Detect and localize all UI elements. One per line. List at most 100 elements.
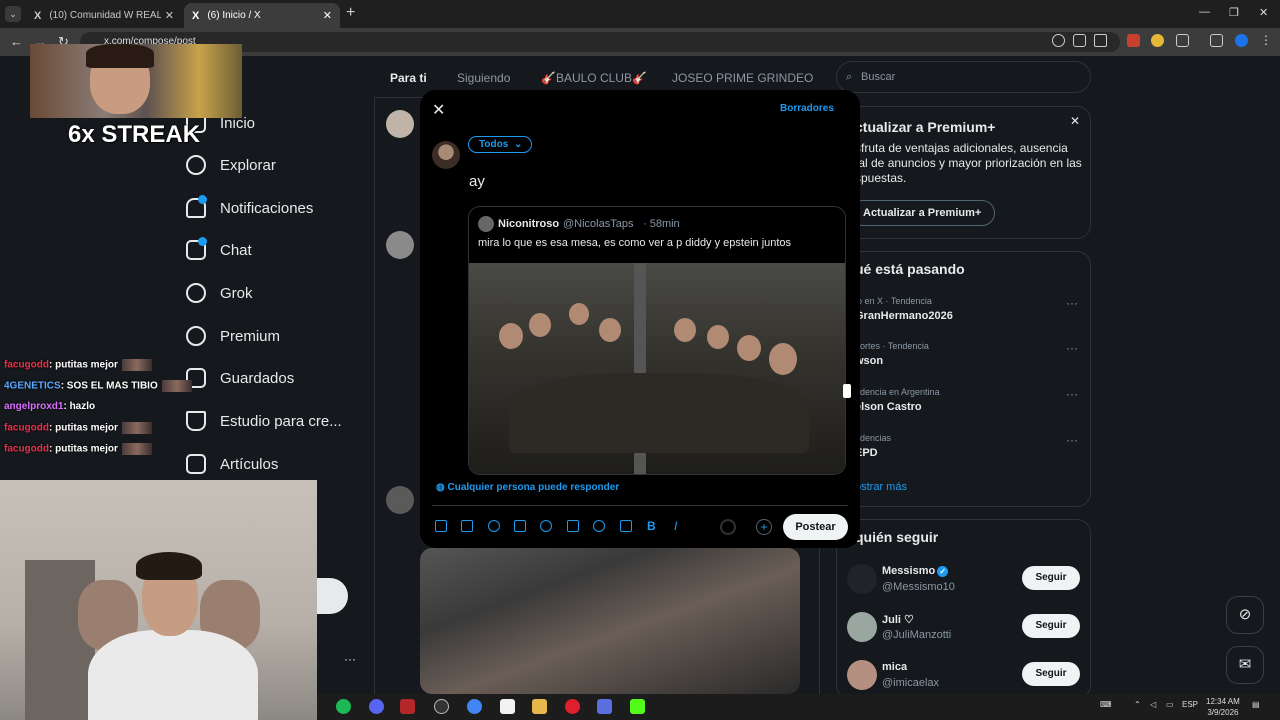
show-more-link[interactable]: ostrar más bbox=[855, 481, 907, 493]
notification-center-icon[interactable]: ▤ bbox=[1252, 700, 1260, 709]
network-icon[interactable]: ▭ bbox=[1166, 700, 1174, 709]
sidebar-item-premium[interactable]: Premium bbox=[186, 326, 280, 346]
avatar[interactable] bbox=[847, 612, 877, 642]
notification-badge bbox=[198, 195, 207, 204]
follow-button[interactable]: Seguir bbox=[1022, 614, 1080, 638]
gif-icon[interactable] bbox=[461, 520, 473, 532]
browser-tab-comunidad[interactable]: X (10) Comunidad W REALS 🔥 / X ✕ bbox=[26, 3, 182, 28]
back-icon[interactable]: ← bbox=[10, 34, 23, 49]
close-window-button[interactable]: ✕ bbox=[1259, 6, 1268, 19]
chat-text: : putitas mejor bbox=[49, 422, 118, 434]
tab-baulo-club[interactable]: 🎸BAULO CLUB🎸 bbox=[541, 71, 647, 85]
avatar[interactable] bbox=[386, 231, 414, 259]
tab-joseo-prime[interactable]: JOSEO PRIME GRINDEO bbox=[672, 71, 813, 85]
compose-textarea[interactable]: ay bbox=[469, 173, 485, 190]
cast-icon[interactable] bbox=[1073, 34, 1086, 47]
drafts-button[interactable]: Borradores bbox=[780, 103, 834, 114]
bold-icon[interactable]: B bbox=[647, 520, 659, 532]
reading-list-icon[interactable] bbox=[1210, 34, 1223, 47]
trend-name[interactable]: GranHermano2026 bbox=[855, 310, 953, 322]
avatar[interactable] bbox=[847, 660, 877, 690]
grok-icon[interactable] bbox=[488, 520, 500, 532]
sidebar-item-guardados[interactable]: Guardados bbox=[186, 368, 294, 388]
sidebar-item-articulos[interactable]: Artículos bbox=[186, 454, 278, 474]
close-tab-icon[interactable]: ✕ bbox=[323, 9, 332, 22]
upgrade-premium-button[interactable]: Actualizar a Premium+ bbox=[850, 200, 995, 226]
search-input[interactable]: ⌕ Buscar bbox=[836, 61, 1091, 93]
new-tab-button[interactable]: + bbox=[346, 4, 355, 22]
taskbar-clock[interactable]: 12:34 AM 3/9/2026 bbox=[1206, 696, 1240, 718]
post-button[interactable]: Postear bbox=[783, 514, 848, 540]
quote-timestamp: · 58min bbox=[643, 218, 680, 230]
extension-icon[interactable] bbox=[1151, 34, 1164, 47]
extension-icon[interactable] bbox=[1127, 34, 1140, 47]
more-icon[interactable]: ··· bbox=[1066, 341, 1078, 355]
poll-icon[interactable] bbox=[514, 520, 526, 532]
tab-siguiendo[interactable]: Siguiendo bbox=[457, 71, 510, 85]
grok-fab-icon[interactable]: ⊘ bbox=[1226, 596, 1264, 634]
tab-para-ti[interactable]: Para ti bbox=[390, 71, 427, 85]
app-icon[interactable] bbox=[400, 699, 415, 714]
post-image[interactable] bbox=[420, 548, 800, 694]
sidebar-item-explorar[interactable]: Explorar bbox=[186, 155, 276, 175]
chat-user: facugodd bbox=[4, 422, 49, 434]
sidebar-item-grok[interactable]: Grok bbox=[186, 283, 253, 303]
emoji-icon[interactable] bbox=[540, 520, 552, 532]
messages-fab-icon[interactable]: ✉ bbox=[1226, 646, 1264, 684]
spotify-icon[interactable] bbox=[336, 699, 351, 714]
media-icon[interactable] bbox=[435, 520, 447, 532]
discord-icon[interactable] bbox=[369, 699, 384, 714]
extensions-puzzle-icon[interactable] bbox=[1176, 34, 1189, 47]
italic-icon[interactable]: I bbox=[674, 520, 686, 532]
trend-name[interactable]: elson Castro bbox=[855, 401, 922, 413]
zoom-icon[interactable] bbox=[1052, 34, 1065, 47]
avatar[interactable] bbox=[847, 564, 877, 594]
avatar[interactable] bbox=[386, 486, 414, 514]
quote-text: mira lo que es esa mesa, es como ver a p… bbox=[478, 237, 792, 249]
more-icon[interactable]: ··· bbox=[1066, 296, 1078, 310]
more-icon[interactable]: ··· bbox=[1066, 387, 1078, 401]
tab-search-icon[interactable]: ⌄ bbox=[5, 6, 21, 22]
sidebar-item-estudio[interactable]: Estudio para cre... bbox=[186, 411, 342, 431]
sidebar-item-chat[interactable]: Chat bbox=[186, 240, 252, 260]
browser-tab-inicio[interactable]: X (6) Inicio / X ✕ bbox=[184, 3, 340, 28]
app-icon[interactable] bbox=[500, 699, 515, 714]
volume-icon[interactable]: ◁ bbox=[1150, 700, 1156, 709]
reply-setting[interactable]: ◍ Cualquier persona puede responder bbox=[436, 482, 619, 493]
audience-selector[interactable]: Todos ⌄ bbox=[468, 136, 532, 153]
add-post-button[interactable]: + bbox=[756, 519, 772, 535]
location-icon[interactable] bbox=[593, 520, 605, 532]
profile-avatar[interactable] bbox=[1235, 34, 1248, 47]
file-explorer-icon[interactable] bbox=[532, 699, 547, 714]
close-tab-icon[interactable]: ✕ bbox=[165, 9, 174, 22]
kick-icon[interactable] bbox=[630, 699, 645, 714]
obs-icon[interactable] bbox=[434, 699, 449, 714]
more-icon[interactable]: ··· bbox=[344, 652, 356, 666]
follow-button[interactable]: Seguir bbox=[1022, 662, 1080, 686]
account-name[interactable]: Messismo ✓ bbox=[882, 565, 949, 577]
chat-message: angelproxd1: hazlo bbox=[4, 401, 95, 412]
more-icon[interactable]: ··· bbox=[1066, 433, 1078, 447]
avatar[interactable] bbox=[386, 110, 414, 138]
flag-icon[interactable] bbox=[620, 520, 632, 532]
maximize-button[interactable]: ❐ bbox=[1229, 6, 1239, 19]
opera-icon[interactable] bbox=[565, 699, 580, 714]
account-name[interactable]: Juli ♡ bbox=[882, 613, 914, 626]
language-indicator[interactable]: ESP bbox=[1182, 700, 1198, 709]
follow-button[interactable]: Seguir bbox=[1022, 566, 1080, 590]
bookmark-star-icon[interactable] bbox=[1094, 34, 1107, 47]
keyboard-icon[interactable]: ⌨ bbox=[1100, 700, 1112, 709]
avatar[interactable] bbox=[432, 141, 460, 169]
account-name[interactable]: mica bbox=[882, 661, 907, 673]
chrome-icon[interactable] bbox=[467, 699, 482, 714]
account-handle: @Messismo10 bbox=[882, 581, 955, 593]
close-icon[interactable]: ✕ bbox=[432, 100, 445, 120]
menu-icon[interactable]: ⋮ bbox=[1260, 34, 1273, 47]
post-button-partial[interactable] bbox=[317, 578, 348, 614]
chevron-up-icon[interactable]: ⌃ bbox=[1134, 700, 1141, 709]
quote-author-handle: @NicolasTaps bbox=[563, 218, 634, 230]
app-icon[interactable] bbox=[597, 699, 612, 714]
minimize-button[interactable]: — bbox=[1199, 6, 1210, 18]
schedule-icon[interactable] bbox=[567, 520, 579, 532]
close-icon[interactable]: ✕ bbox=[1070, 114, 1080, 128]
